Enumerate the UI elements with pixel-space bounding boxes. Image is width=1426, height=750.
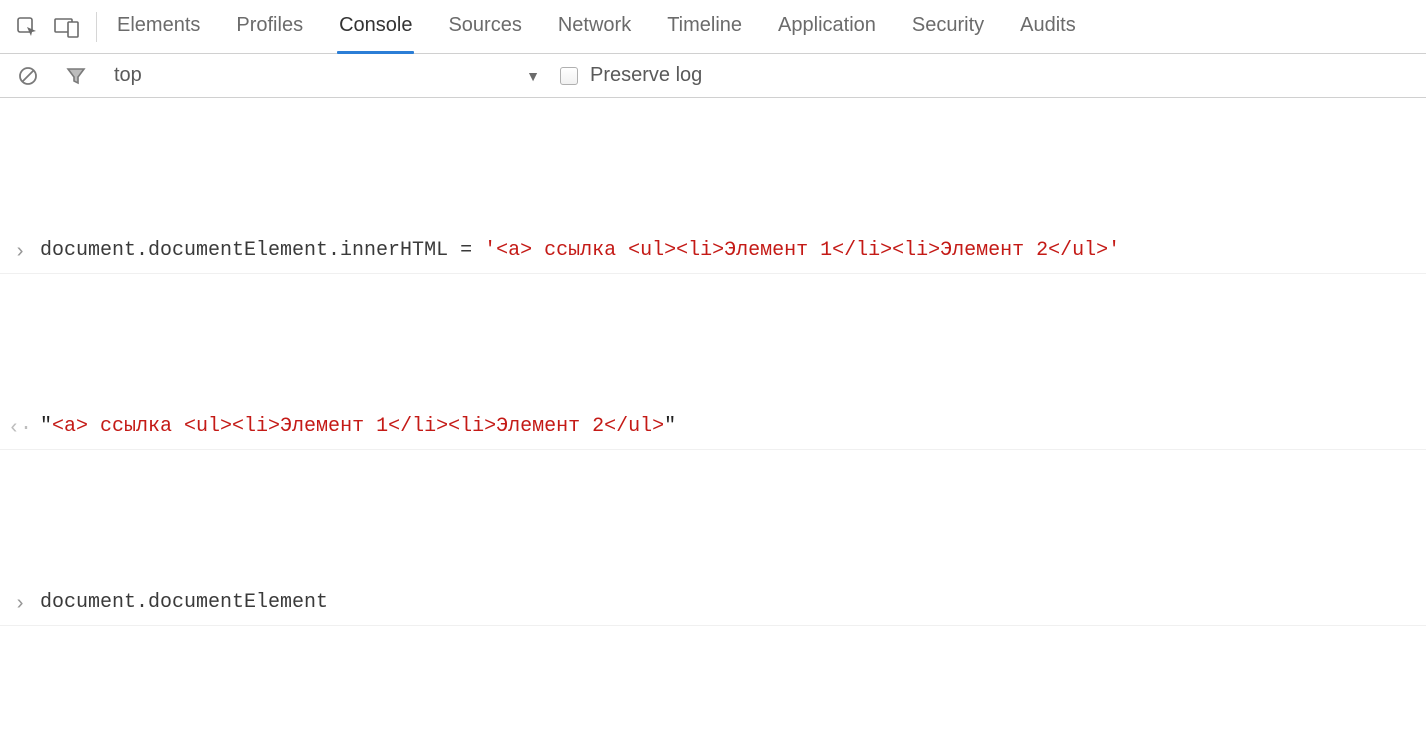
tab-sources[interactable]: Sources [446, 0, 523, 53]
input-prompt-icon: › [0, 234, 40, 269]
console-output-row: ‹· "<a> ссылка <ul><li>Элемент 1</li><li… [0, 406, 1426, 450]
tab-profiles[interactable]: Profiles [234, 0, 305, 53]
tab-console[interactable]: Console [337, 0, 414, 53]
console-input-row: › document.documentElement.innerHTML = '… [0, 230, 1426, 274]
tab-elements[interactable]: Elements [115, 0, 202, 53]
console-input-code: document.documentElement.innerHTML = '<a… [40, 234, 1426, 267]
preserve-log-checkbox[interactable] [560, 67, 578, 85]
preserve-log-control[interactable]: Preserve log [560, 64, 702, 87]
console-input-code: document.documentElement [40, 586, 1426, 619]
console-toolbar: top ▼ Preserve log [0, 54, 1426, 98]
panel-tabs: Elements Profiles Console Sources Networ… [115, 0, 1078, 53]
tab-application[interactable]: Application [776, 0, 878, 53]
preserve-log-label: Preserve log [590, 64, 702, 87]
context-selector[interactable]: top ▼ [110, 64, 540, 87]
tab-security[interactable]: Security [910, 0, 986, 53]
context-selector-value: top [114, 64, 142, 87]
output-arrow-icon: ‹· [0, 410, 40, 445]
filter-icon[interactable] [62, 62, 90, 90]
console-output-value: "<a> ссылка <ul><li>Элемент 1</li><li>Эл… [40, 410, 1426, 443]
console-output: › document.documentElement.innerHTML = '… [0, 98, 1426, 750]
devtools-tabstrip: Elements Profiles Console Sources Networ… [0, 0, 1426, 54]
tab-audits[interactable]: Audits [1018, 0, 1078, 53]
clear-console-icon[interactable] [14, 62, 42, 90]
inspect-element-icon[interactable] [10, 10, 44, 44]
tab-timeline[interactable]: Timeline [665, 0, 744, 53]
input-prompt-icon: › [0, 586, 40, 621]
console-input-row: › document.documentElement [0, 582, 1426, 626]
device-toolbar-icon[interactable] [50, 10, 84, 44]
tabstrip-divider [96, 12, 97, 42]
tab-network[interactable]: Network [556, 0, 633, 53]
chevron-down-icon: ▼ [526, 68, 540, 84]
